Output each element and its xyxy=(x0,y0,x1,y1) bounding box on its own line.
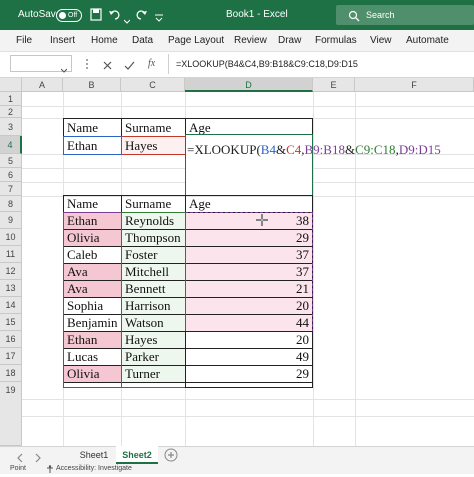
autosave-label: AutoSave xyxy=(18,9,62,20)
tab-data[interactable]: Data xyxy=(132,30,153,52)
formula-ref-b4: B4 xyxy=(260,142,276,157)
gridline xyxy=(22,399,474,400)
undo-icon[interactable] xyxy=(108,8,122,21)
cell-formula-editor[interactable]: =XLOOKUP(B4&C4,B9:B18&C9:C18,D9:D15 xyxy=(187,142,441,158)
formula-divider xyxy=(168,54,169,74)
gridline xyxy=(22,106,474,107)
column-header-f[interactable]: F xyxy=(355,78,474,92)
column-header-e[interactable]: E xyxy=(313,78,355,92)
row-header[interactable]: 2 xyxy=(0,106,22,118)
row-header[interactable]: 19 xyxy=(0,382,22,446)
enter-check-icon[interactable] xyxy=(124,58,135,70)
row-header[interactable]: 11 xyxy=(0,246,22,263)
more-options-icon[interactable] xyxy=(80,56,94,72)
add-sheet-icon[interactable] xyxy=(164,448,178,462)
sheet-tab-sheet2[interactable]: Sheet2 xyxy=(116,446,158,464)
range-outline-d9-d15 xyxy=(185,212,313,332)
status-bar: Point Accessibility: Investigate xyxy=(0,464,474,474)
formula-ref-c4: C4 xyxy=(286,142,302,157)
save-icon[interactable] xyxy=(90,8,102,21)
tab-formulas[interactable]: Formulas xyxy=(315,30,357,52)
row-header[interactable]: 13 xyxy=(0,280,22,297)
tab-view[interactable]: View xyxy=(370,30,392,52)
column-header-d[interactable]: D xyxy=(185,78,313,92)
tab-automate[interactable]: Automate xyxy=(406,30,449,52)
row-header[interactable]: 12 xyxy=(0,263,22,280)
column-header-c[interactable]: C xyxy=(121,78,185,92)
range-outline-c9-c18 xyxy=(121,212,186,388)
sheet-tab-sheet1[interactable]: Sheet1 xyxy=(72,446,116,464)
lookup-name-cell[interactable]: Ethan xyxy=(63,136,122,155)
title-bar: AutoSave Off Book1 - Excel Search xyxy=(0,0,474,30)
row-header[interactable]: 10 xyxy=(0,229,22,246)
toggle-knob xyxy=(59,12,66,19)
ribbon-tabs: File Insert Home Data Page Layout Review… xyxy=(0,30,474,52)
formula-ref-b9-b18: B9:B18 xyxy=(304,142,345,157)
customize-icon[interactable] xyxy=(154,10,164,22)
row-header[interactable]: 15 xyxy=(0,314,22,331)
row-header[interactable]: 18 xyxy=(0,365,22,382)
redo-icon[interactable] xyxy=(134,8,148,21)
row-header[interactable]: 5 xyxy=(0,154,22,168)
autosave-toggle[interactable]: Off xyxy=(56,9,82,22)
tab-review[interactable]: Review xyxy=(234,30,267,52)
column-header-a[interactable]: A xyxy=(22,78,63,92)
accessibility-icon xyxy=(46,465,54,473)
formula-fn: =XLOOKUP( xyxy=(187,142,261,157)
data-header-age[interactable]: Age xyxy=(185,195,313,213)
chevron-down-icon[interactable] xyxy=(123,12,131,24)
accessibility-status[interactable]: Accessibility: Investigate xyxy=(56,464,132,474)
tab-file[interactable]: File xyxy=(16,30,32,52)
row-header[interactable]: 17 xyxy=(0,348,22,365)
formula-op: & xyxy=(344,142,356,157)
chevron-down-icon xyxy=(60,61,68,73)
formula-ref-d15: D15 xyxy=(418,142,441,157)
gridline xyxy=(22,416,474,417)
formula-ref-d9: D9: xyxy=(398,142,419,157)
formula-input[interactable]: =XLOOKUP(B4&C4,B9:B18&C9:C18,D9:D15 xyxy=(176,52,358,78)
search-box[interactable]: Search xyxy=(336,5,474,25)
data-header-name[interactable]: Name xyxy=(63,195,122,213)
tab-insert[interactable]: Insert xyxy=(50,30,75,52)
row-header[interactable]: 3 xyxy=(0,118,22,136)
formula-ref-c9-c18: C9:C18 xyxy=(355,142,396,157)
name-box[interactable] xyxy=(10,55,72,73)
search-placeholder: Search xyxy=(366,10,395,20)
header-name-cell[interactable]: Name xyxy=(63,118,122,137)
autosave-state: Off xyxy=(68,12,78,19)
header-surname-cell[interactable]: Surname xyxy=(121,118,186,137)
data-header-surname[interactable]: Surname xyxy=(121,195,186,213)
range-outline-b9-b18 xyxy=(63,212,122,388)
cancel-icon[interactable] xyxy=(102,58,113,70)
formula-op: & xyxy=(275,142,287,157)
document-title: Book1 - Excel xyxy=(226,9,288,20)
age-tail-border xyxy=(185,331,313,388)
search-icon xyxy=(348,9,360,22)
chevron-right-icon[interactable] xyxy=(32,450,42,463)
tab-draw[interactable]: Draw xyxy=(278,30,301,52)
row-header[interactable]: 8 xyxy=(0,196,22,212)
row-header[interactable]: 4 xyxy=(0,136,22,154)
row-header[interactable]: 1 xyxy=(0,92,22,106)
row-header[interactable]: 9 xyxy=(0,212,22,229)
status-mode: Point xyxy=(10,465,26,472)
row-header[interactable]: 7 xyxy=(0,182,22,196)
chevron-left-icon[interactable] xyxy=(16,450,26,463)
select-all-corner[interactable] xyxy=(0,78,22,92)
lookup-surname-cell[interactable]: Hayes xyxy=(121,136,186,155)
cursor-icon xyxy=(256,213,268,226)
insert-function-icon[interactable]: fx xyxy=(148,55,155,72)
tab-page-layout[interactable]: Page Layout xyxy=(168,30,224,52)
tab-home[interactable]: Home xyxy=(91,30,118,52)
row-header[interactable]: 16 xyxy=(0,331,22,348)
row-header[interactable]: 14 xyxy=(0,297,22,314)
row-header[interactable]: 6 xyxy=(0,168,22,182)
column-header-b[interactable]: B xyxy=(63,78,121,92)
